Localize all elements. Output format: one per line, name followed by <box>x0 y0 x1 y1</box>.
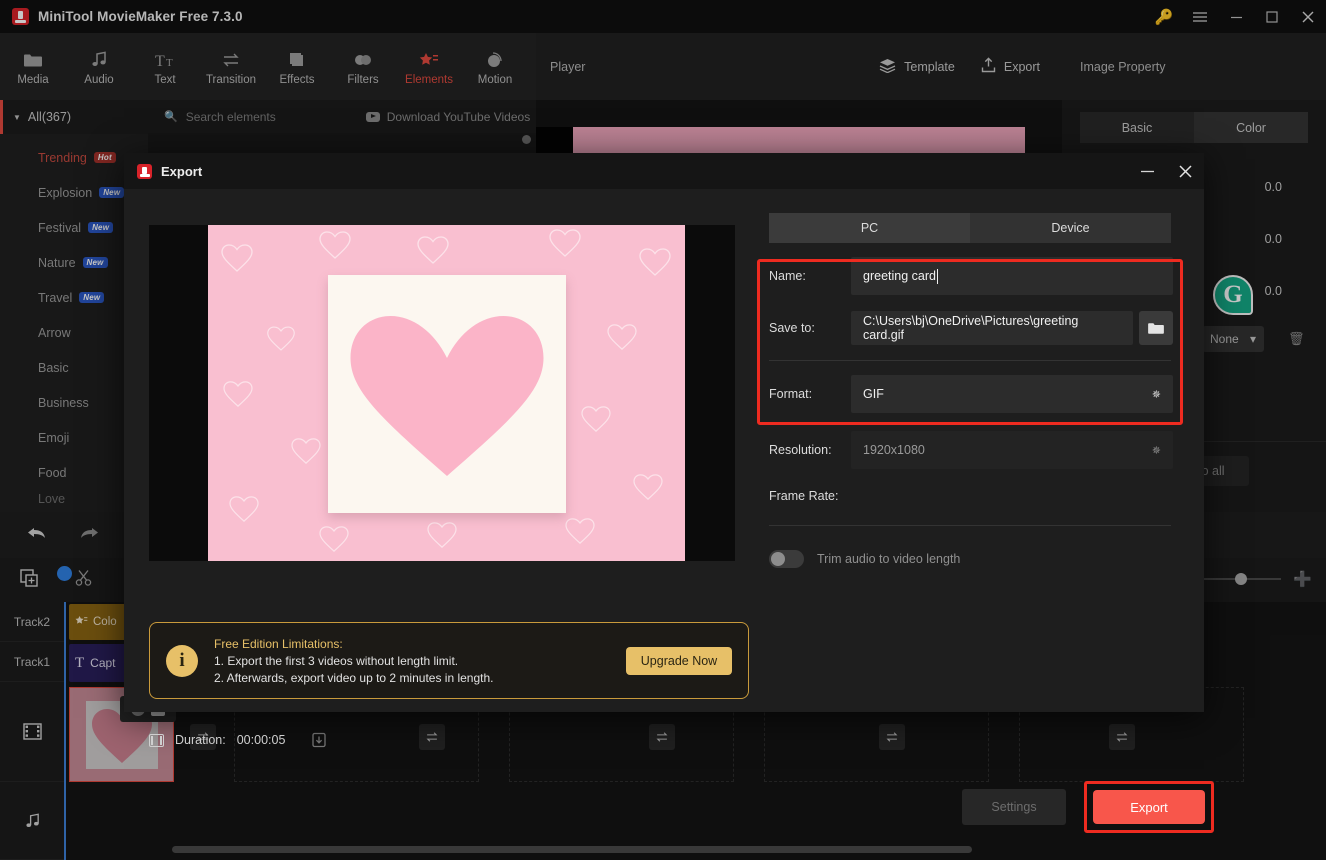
format-select-value: GIF <box>863 387 884 401</box>
resolution-field-row: Resolution: 1920x1080 ✵ <box>769 431 1179 469</box>
free-edition-notice: i Free Edition Limitations: 1. Export th… <box>149 622 749 699</box>
notice-title: Free Edition Limitations: <box>214 636 343 651</box>
trim-audio-label: Trim audio to video length <box>817 552 961 566</box>
heart-outline-icon <box>549 229 581 257</box>
name-field-row: Name: greeting card <box>769 257 1179 295</box>
trim-audio-toggle[interactable] <box>769 550 804 568</box>
toggle-knob <box>771 552 785 566</box>
export-dialog: Export Duration: 00:00:05 i Free Edition… <box>124 153 1214 833</box>
heart-outline-icon <box>319 231 351 259</box>
export-duration: Duration: 00:00:05 <box>149 733 285 747</box>
heart-outline-icon <box>267 326 295 351</box>
export-duration-label: Duration: <box>175 733 226 747</box>
export-preview-image <box>208 225 685 561</box>
format-select[interactable]: GIF ✵ <box>851 375 1173 413</box>
export-dialog-minimize-icon[interactable] <box>1128 153 1166 189</box>
form-divider <box>769 360 1171 361</box>
resolution-select[interactable]: 1920x1080 ✵ <box>851 431 1173 469</box>
export-button[interactable]: Export <box>1093 790 1205 824</box>
heart-outline-icon <box>291 438 321 464</box>
folder-browse-icon[interactable] <box>1139 311 1173 345</box>
export-dialog-title: Export <box>161 163 203 179</box>
tab-device[interactable]: Device <box>970 213 1171 243</box>
heart-icon <box>350 316 544 476</box>
export-dialog-header: Export <box>124 153 1204 189</box>
greeting-card-art <box>328 275 566 513</box>
saveto-field-row: Save to: C:\Users\bj\OneDrive\Pictures\g… <box>769 309 1179 347</box>
heart-outline-icon <box>417 236 449 264</box>
resolution-label: Resolution: <box>769 443 832 457</box>
heart-outline-icon <box>319 526 349 552</box>
heart-outline-icon <box>607 324 637 350</box>
heart-outline-icon <box>565 518 595 544</box>
name-input[interactable]: greeting card <box>851 257 1173 295</box>
heart-outline-icon <box>229 496 259 522</box>
saveto-input[interactable]: C:\Users\bj\OneDrive\Pictures\greeting c… <box>851 311 1133 345</box>
export-form: PC Device Name: greeting card Save to: C… <box>757 213 1183 568</box>
settings-button[interactable]: Settings <box>962 789 1066 825</box>
export-dialog-footer: Settings Export <box>962 781 1214 833</box>
heart-outline-icon <box>427 522 457 548</box>
notice-text: Free Edition Limitations: 1. Export the … <box>214 637 494 685</box>
text-caret <box>936 268 938 284</box>
saveto-label: Save to: <box>769 321 815 335</box>
export-preview <box>149 225 735 561</box>
upgrade-now-button[interactable]: Upgrade Now <box>626 646 732 675</box>
heart-outline-icon <box>223 381 253 407</box>
format-label: Format: <box>769 387 813 401</box>
saveto-input-value: C:\Users\bj\OneDrive\Pictures\greeting c… <box>863 314 1079 342</box>
export-target-tabs: PC Device <box>769 213 1171 243</box>
heart-outline-icon <box>581 406 611 432</box>
heart-outline-icon <box>221 244 253 272</box>
export-duration-value: 00:00:05 <box>236 733 286 747</box>
app-window: MiniTool MovieMaker Free 7.3.0 🔑 Media A… <box>0 0 1326 860</box>
notice-line-1: 1. Export the first 3 videos without len… <box>214 653 459 668</box>
heart-outline-icon <box>633 474 663 500</box>
export-dialog-close-icon[interactable] <box>1166 153 1204 189</box>
name-label: Name: <box>769 269 806 283</box>
framerate-label: Frame Rate: <box>769 489 839 503</box>
form-divider <box>769 525 1171 526</box>
film-strip-icon <box>149 733 164 747</box>
trim-audio-row: Trim audio to video length <box>769 550 1179 568</box>
name-input-value: greeting card <box>863 269 936 283</box>
app-logo-icon <box>137 163 152 179</box>
info-icon: i <box>166 644 198 677</box>
tab-pc[interactable]: PC <box>769 213 970 243</box>
framerate-field-row: Frame Rate: <box>769 481 1179 511</box>
heart-outline-icon <box>639 248 671 276</box>
notice-line-2: 2. Afterwards, export video up to 2 minu… <box>214 670 494 685</box>
export-dialog-controls <box>1128 153 1204 189</box>
resolution-select-value: 1920x1080 <box>863 443 925 457</box>
highlight-box-export: Export <box>1084 781 1214 833</box>
chevron-down-icon: ✵ <box>1151 444 1161 457</box>
chevron-down-icon: ✵ <box>1151 388 1161 401</box>
format-field-row: Format: GIF ✵ <box>769 375 1179 413</box>
